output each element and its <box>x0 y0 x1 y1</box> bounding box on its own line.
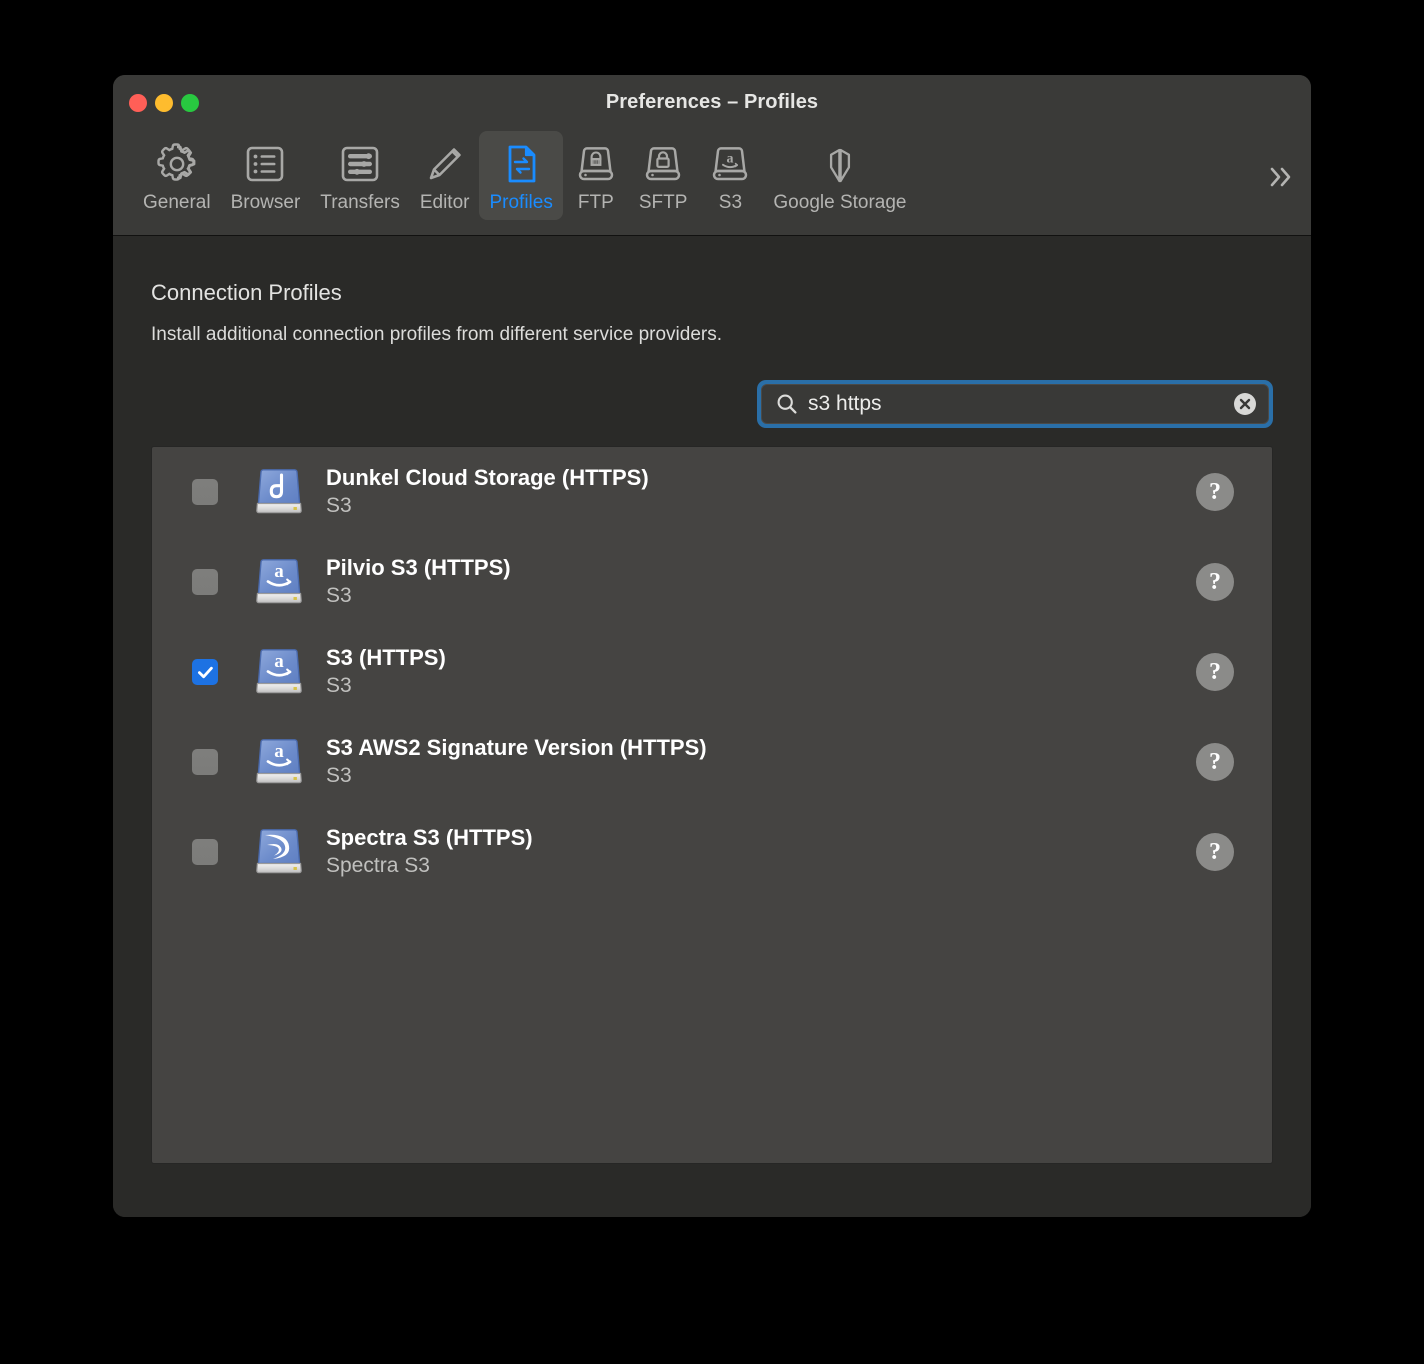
profile-text: Spectra S3 (HTTPS) Spectra S3 <box>326 824 1196 881</box>
chevron-double-right-icon[interactable] <box>1263 162 1297 201</box>
help-button[interactable]: ? <box>1196 743 1234 781</box>
svg-text:a: a <box>274 561 284 582</box>
profile-protocol: S3 <box>326 763 352 787</box>
toolbar-item-label: FTP <box>577 192 614 213</box>
connection-profiles-list[interactable]: Dunkel Cloud Storage (HTTPS) S3 ? a Pilv… <box>151 446 1273 1164</box>
title-bar: Preferences – Profiles General Browser T… <box>113 75 1311 236</box>
google-storage-icon <box>817 139 863 189</box>
amazon-drive-icon: a <box>248 551 326 613</box>
dunkel-drive-icon <box>248 461 326 523</box>
toolbar-item-transfers[interactable]: Transfers <box>310 131 410 220</box>
amazon-drive-icon: a <box>248 641 326 703</box>
help-button[interactable]: ? <box>1196 563 1234 601</box>
toolbar-item-google-storage[interactable]: Google Storage <box>763 131 916 220</box>
profile-name: S3 AWS2 Signature Version (HTTPS) <box>326 734 707 760</box>
sliders-box-icon <box>337 139 383 189</box>
profile-name: Spectra S3 (HTTPS) <box>326 824 533 850</box>
search-input[interactable]: s3 https <box>808 392 1232 416</box>
toolbar-item-label: SFTP <box>638 192 688 213</box>
svg-text:a: a <box>274 741 284 762</box>
profile-checkbox-cell <box>192 749 248 775</box>
svg-text:a: a <box>727 152 734 167</box>
page-title: Connection Profiles <box>151 280 342 305</box>
gear-icon <box>154 139 200 189</box>
list-item[interactable]: a S3 (HTTPS) S3 ? <box>152 627 1272 717</box>
toolbar-item-editor[interactable]: Editor <box>410 131 480 220</box>
s3-amazon-drive-icon: a <box>707 139 753 189</box>
list-item[interactable]: a Pilvio S3 (HTTPS) S3 ? <box>152 537 1272 627</box>
profile-text: Pilvio S3 (HTTPS) S3 <box>326 554 1196 611</box>
list-item[interactable]: Dunkel Cloud Storage (HTTPS) S3 ? <box>152 447 1272 537</box>
profile-text: S3 (HTTPS) S3 <box>326 644 1196 701</box>
toolbar-item-s3[interactable]: a S3 <box>697 131 763 220</box>
search-field[interactable]: s3 https <box>761 384 1269 424</box>
profile-checkbox-cell <box>192 839 248 865</box>
toolbar-item-label: General <box>143 192 211 213</box>
toolbar-item-browser[interactable]: Browser <box>221 131 311 220</box>
profile-text: Dunkel Cloud Storage (HTTPS) S3 <box>326 464 1196 521</box>
preferences-window: Preferences – Profiles General Browser T… <box>113 75 1311 1217</box>
profile-checkbox[interactable] <box>192 479 218 505</box>
toolbar-item-ftp[interactable]: FTP <box>563 131 629 220</box>
profile-protocol: Spectra S3 <box>326 853 430 877</box>
svg-text:a: a <box>274 651 284 672</box>
sftp-lock-drive-icon <box>640 139 686 189</box>
search-focus-ring: s3 https <box>757 380 1273 428</box>
page-subtitle: Install additional connection profiles f… <box>151 324 722 345</box>
profile-protocol: S3 <box>326 583 352 607</box>
window-title: Preferences – Profiles <box>605 91 819 113</box>
profile-name: Dunkel Cloud Storage (HTTPS) <box>326 464 649 490</box>
toolbar-item-label: Transfers <box>320 192 400 213</box>
profile-text: S3 AWS2 Signature Version (HTTPS) S3 <box>326 734 1196 791</box>
clear-circle-icon[interactable] <box>1232 391 1258 417</box>
profile-checkbox[interactable] <box>192 659 218 685</box>
toolbar-item-label: S3 <box>718 192 743 213</box>
profile-protocol: S3 <box>326 493 352 517</box>
preferences-content: Connection Profiles Install additional c… <box>113 236 1311 1217</box>
profiles-document-icon <box>498 139 544 189</box>
preferences-toolbar: General Browser Transfers Editor Profile… <box>113 127 1311 232</box>
profile-name: Pilvio S3 (HTTPS) <box>326 554 511 580</box>
profile-checkbox-cell <box>192 659 248 685</box>
pencil-icon <box>422 139 468 189</box>
profile-checkbox-cell <box>192 569 248 595</box>
search-row: s3 https <box>151 380 1273 428</box>
search-icon <box>776 393 798 415</box>
help-button[interactable]: ? <box>1196 653 1234 691</box>
toolbar-item-profiles[interactable]: Profiles <box>479 131 563 220</box>
toolbar-item-general[interactable]: General <box>133 131 221 220</box>
list-item[interactable]: Spectra S3 (HTTPS) Spectra S3 ? <box>152 807 1272 897</box>
help-button[interactable]: ? <box>1196 833 1234 871</box>
ftp-drive-icon <box>573 139 619 189</box>
list-box-icon <box>242 139 288 189</box>
list-item[interactable]: a S3 AWS2 Signature Version (HTTPS) S3 ? <box>152 717 1272 807</box>
toolbar-item-label: Profiles <box>489 192 553 213</box>
help-button[interactable]: ? <box>1196 473 1234 511</box>
profile-name: S3 (HTTPS) <box>326 644 446 670</box>
profile-checkbox-cell <box>192 479 248 505</box>
spectra-drive-icon <box>248 821 326 883</box>
profile-checkbox[interactable] <box>192 749 218 775</box>
amazon-drive-icon: a <box>248 731 326 793</box>
toolbar-item-label: Editor <box>419 192 470 213</box>
toolbar-item-label: Google Storage <box>773 192 907 213</box>
profile-checkbox[interactable] <box>192 569 218 595</box>
toolbar-item-sftp[interactable]: SFTP <box>629 131 698 220</box>
profile-protocol: S3 <box>326 673 352 697</box>
toolbar-item-label: Browser <box>230 192 301 213</box>
profile-checkbox[interactable] <box>192 839 218 865</box>
